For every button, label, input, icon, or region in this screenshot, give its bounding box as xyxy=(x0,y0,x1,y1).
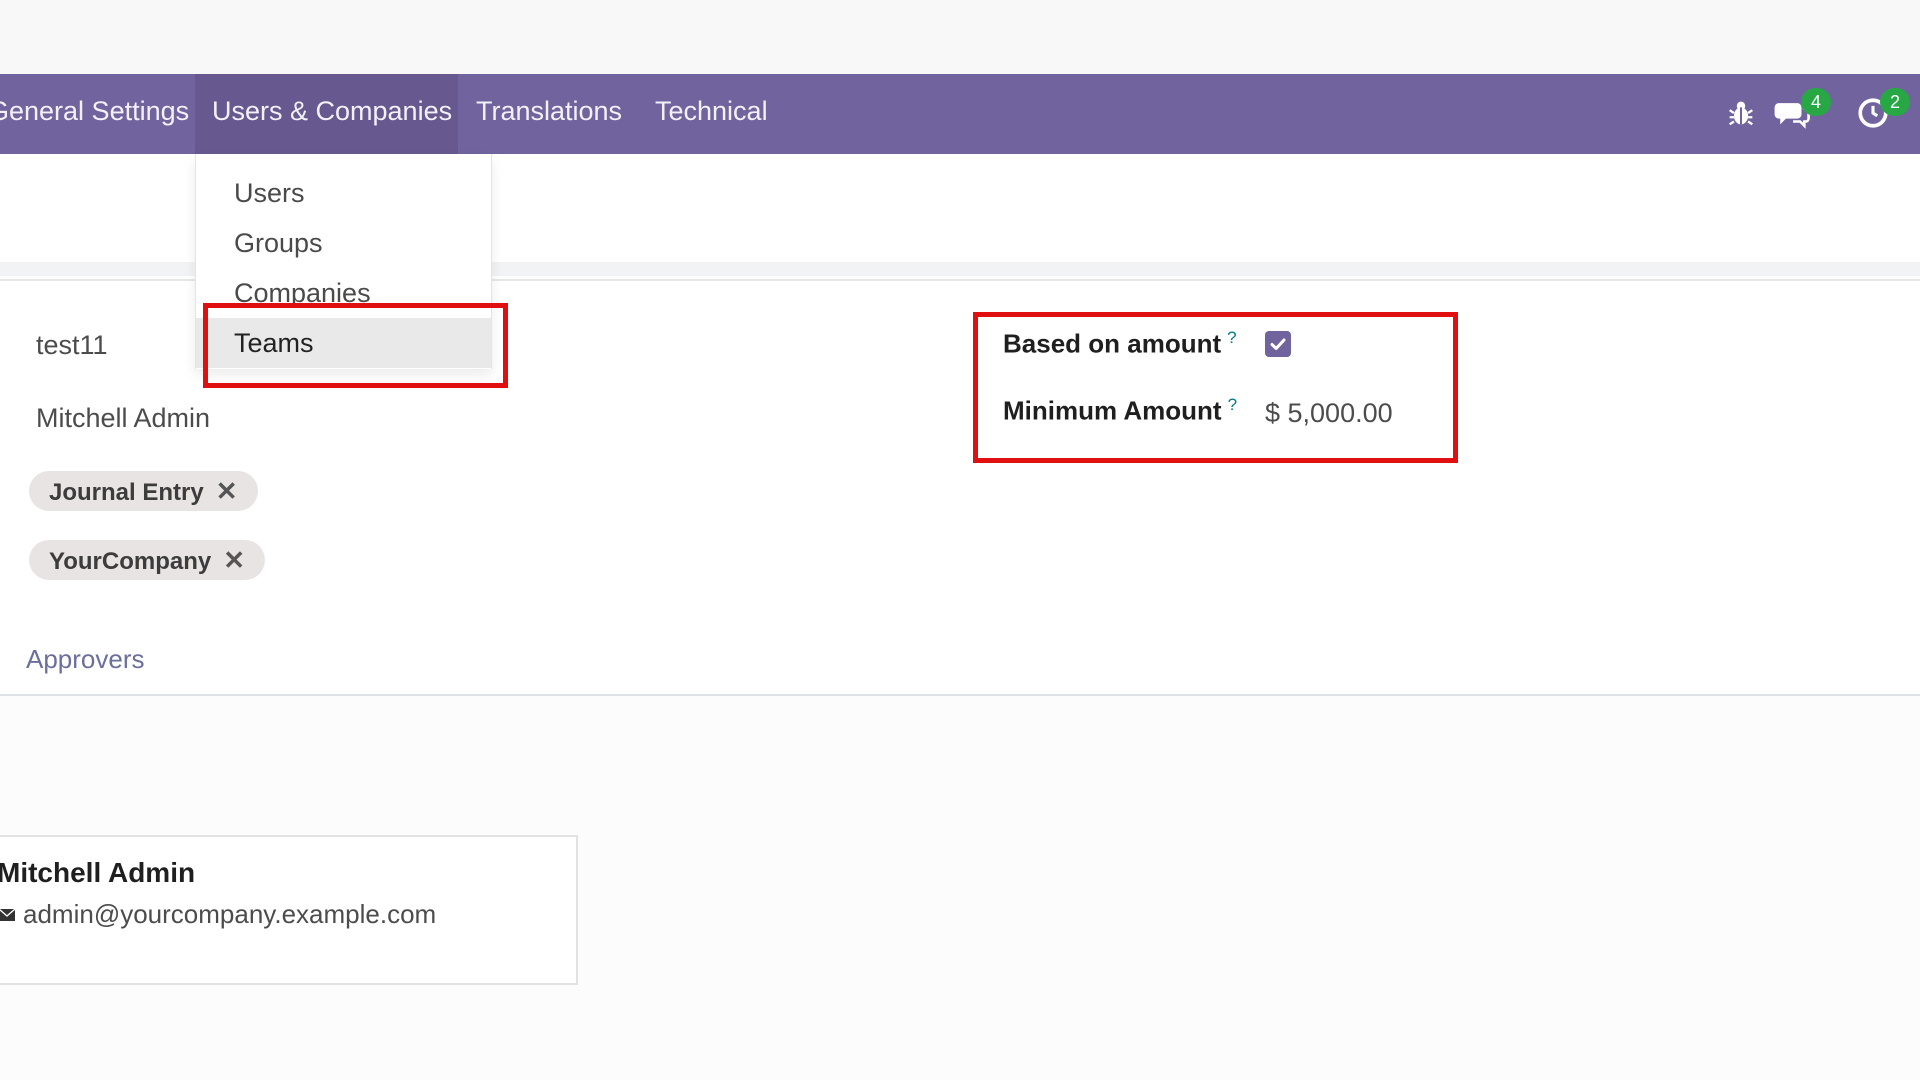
menu-translations[interactable]: Translations xyxy=(476,74,622,154)
team-name-value[interactable]: test11 xyxy=(36,330,108,361)
approver-email[interactable]: admin@yourcompany.example.com xyxy=(23,899,436,930)
highlight-amount-fields xyxy=(973,312,1458,463)
page-top-gap xyxy=(0,0,1920,74)
messages-badge: 4 xyxy=(1801,88,1831,116)
remove-tag-icon[interactable]: ✕ xyxy=(223,545,245,575)
dropdown-item-groups[interactable]: Groups xyxy=(196,218,491,268)
envelope-icon xyxy=(0,908,15,921)
menu-users-companies[interactable]: Users & Companies xyxy=(195,74,458,154)
highlight-teams-item xyxy=(203,303,508,388)
dropdown-item-users[interactable]: Users xyxy=(196,168,491,218)
bug-icon[interactable] xyxy=(1724,96,1758,130)
tag-label: Journal Entry xyxy=(49,479,204,506)
tab-approvers[interactable]: Approvers xyxy=(26,644,145,675)
approver-card[interactable]: Mitchell Admin admin@yourcompany.example… xyxy=(0,835,578,985)
remove-tag-icon[interactable]: ✕ xyxy=(216,476,238,506)
menu-general-settings[interactable]: General Settings xyxy=(0,74,189,154)
responsible-value[interactable]: Mitchell Admin xyxy=(36,403,210,434)
top-navbar: General Settings Users & Companies Trans… xyxy=(0,74,1920,154)
activities-badge: 2 xyxy=(1880,88,1910,116)
tag-yourcompany: YourCompany ✕ xyxy=(29,540,266,580)
tag-journal-entry: Journal Entry ✕ xyxy=(29,471,258,511)
tag-label: YourCompany xyxy=(49,548,212,575)
approver-name: Mitchell Admin xyxy=(0,857,196,888)
menu-technical[interactable]: Technical xyxy=(655,74,768,154)
